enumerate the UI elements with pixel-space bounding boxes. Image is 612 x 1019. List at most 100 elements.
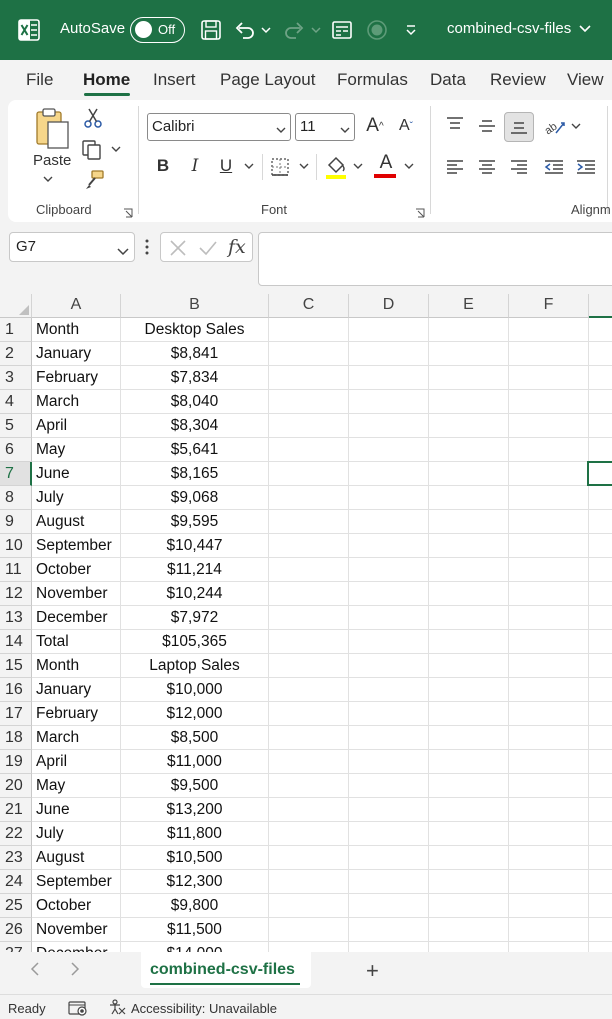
cell-c9[interactable]: [269, 510, 349, 534]
cell-a23[interactable]: August: [32, 846, 121, 870]
cell-c10[interactable]: [269, 534, 349, 558]
cell-g22[interactable]: [589, 822, 612, 846]
cell-a1[interactable]: Month: [32, 318, 121, 342]
column-header-c[interactable]: C: [269, 294, 349, 318]
row-header[interactable]: 14: [0, 630, 32, 654]
row-header[interactable]: 22: [0, 822, 32, 846]
cell-g6[interactable]: [589, 438, 612, 462]
cell-g10[interactable]: [589, 534, 612, 558]
customize-toolbar-icon[interactable]: [398, 16, 424, 44]
cell-b13[interactable]: $7,972: [121, 606, 269, 630]
row-header[interactable]: 15: [0, 654, 32, 678]
cell-a27[interactable]: December: [32, 942, 121, 952]
bold-button[interactable]: B: [152, 154, 174, 178]
cell-a7[interactable]: June: [32, 462, 121, 486]
cell-e1[interactable]: [429, 318, 509, 342]
cancel-x-icon[interactable]: [169, 239, 187, 262]
accessibility-icon[interactable]: [108, 999, 126, 1018]
next-sheet-icon[interactable]: [70, 962, 80, 981]
cell-b3[interactable]: $7,834: [121, 366, 269, 390]
cell-b5[interactable]: $8,304: [121, 414, 269, 438]
row-header[interactable]: 13: [0, 606, 32, 630]
cell-b23[interactable]: $10,500: [121, 846, 269, 870]
tab-formulas[interactable]: Formulas: [337, 70, 408, 90]
row-header[interactable]: 21: [0, 798, 32, 822]
tab-insert[interactable]: Insert: [153, 70, 196, 90]
font-color-button[interactable]: A: [374, 152, 398, 174]
orientation-icon[interactable]: ab: [541, 113, 567, 139]
cell-f27[interactable]: [509, 942, 589, 952]
cell-g8[interactable]: [589, 486, 612, 510]
cell-c15[interactable]: [269, 654, 349, 678]
cell-b18[interactable]: $8,500: [121, 726, 269, 750]
font-size-select[interactable]: 11: [295, 113, 355, 141]
cell-e13[interactable]: [429, 606, 509, 630]
cell-g9[interactable]: [589, 510, 612, 534]
cell-b22[interactable]: $11,800: [121, 822, 269, 846]
cell-c4[interactable]: [269, 390, 349, 414]
cell-e3[interactable]: [429, 366, 509, 390]
formula-bar-resize-handle[interactable]: [145, 238, 149, 256]
tab-file[interactable]: File: [26, 70, 53, 90]
cell-d22[interactable]: [349, 822, 429, 846]
cell-f11[interactable]: [509, 558, 589, 582]
cell-d18[interactable]: [349, 726, 429, 750]
paste-icon[interactable]: [32, 106, 72, 150]
redo-icon[interactable]: [281, 16, 307, 44]
align-bottom-icon[interactable]: [504, 112, 534, 142]
cell-b17[interactable]: $12,000: [121, 702, 269, 726]
cell-b15[interactable]: Laptop Sales: [121, 654, 269, 678]
cell-c18[interactable]: [269, 726, 349, 750]
prev-sheet-icon[interactable]: [30, 962, 40, 981]
cell-e24[interactable]: [429, 870, 509, 894]
cell-e10[interactable]: [429, 534, 509, 558]
row-header[interactable]: 24: [0, 870, 32, 894]
cell-d11[interactable]: [349, 558, 429, 582]
column-header-a[interactable]: A: [32, 294, 121, 318]
undo-dropdown-chevron-icon[interactable]: [256, 16, 276, 44]
cell-f7[interactable]: [509, 462, 589, 486]
cell-g25[interactable]: [589, 894, 612, 918]
cell-e6[interactable]: [429, 438, 509, 462]
cell-a4[interactable]: March: [32, 390, 121, 414]
select-all-corner[interactable]: [0, 294, 32, 318]
filename-chevron-icon[interactable]: [578, 22, 592, 40]
cell-d10[interactable]: [349, 534, 429, 558]
cell-c2[interactable]: [269, 342, 349, 366]
cell-e4[interactable]: [429, 390, 509, 414]
accessibility-status[interactable]: Accessibility: Unavailable: [131, 1001, 277, 1016]
increase-font-size-button[interactable]: A ^: [362, 113, 388, 139]
cell-f19[interactable]: [509, 750, 589, 774]
cell-c27[interactable]: [269, 942, 349, 952]
row-header[interactable]: 6: [0, 438, 32, 462]
cell-b20[interactable]: $9,500: [121, 774, 269, 798]
macro-recording-icon[interactable]: [68, 1000, 88, 1019]
add-sheet-button[interactable]: +: [366, 958, 379, 984]
cell-d21[interactable]: [349, 798, 429, 822]
cell-a24[interactable]: September: [32, 870, 121, 894]
cell-a14[interactable]: Total: [32, 630, 121, 654]
row-header[interactable]: 11: [0, 558, 32, 582]
cell-c22[interactable]: [269, 822, 349, 846]
cell-d13[interactable]: [349, 606, 429, 630]
row-header[interactable]: 25: [0, 894, 32, 918]
row-header[interactable]: 20: [0, 774, 32, 798]
cell-f21[interactable]: [509, 798, 589, 822]
cell-d14[interactable]: [349, 630, 429, 654]
cell-b7[interactable]: $8,165: [121, 462, 269, 486]
cell-e2[interactable]: [429, 342, 509, 366]
cell-c12[interactable]: [269, 582, 349, 606]
cell-d24[interactable]: [349, 870, 429, 894]
row-header[interactable]: 7: [0, 462, 32, 486]
cell-d20[interactable]: [349, 774, 429, 798]
paste-dropdown-chevron-icon[interactable]: [41, 172, 55, 186]
cell-e21[interactable]: [429, 798, 509, 822]
row-header[interactable]: 10: [0, 534, 32, 558]
cell-c11[interactable]: [269, 558, 349, 582]
cell-g20[interactable]: [589, 774, 612, 798]
cell-d7[interactable]: [349, 462, 429, 486]
cell-c8[interactable]: [269, 486, 349, 510]
row-header[interactable]: 18: [0, 726, 32, 750]
name-box[interactable]: G7: [9, 232, 135, 262]
cell-e12[interactable]: [429, 582, 509, 606]
